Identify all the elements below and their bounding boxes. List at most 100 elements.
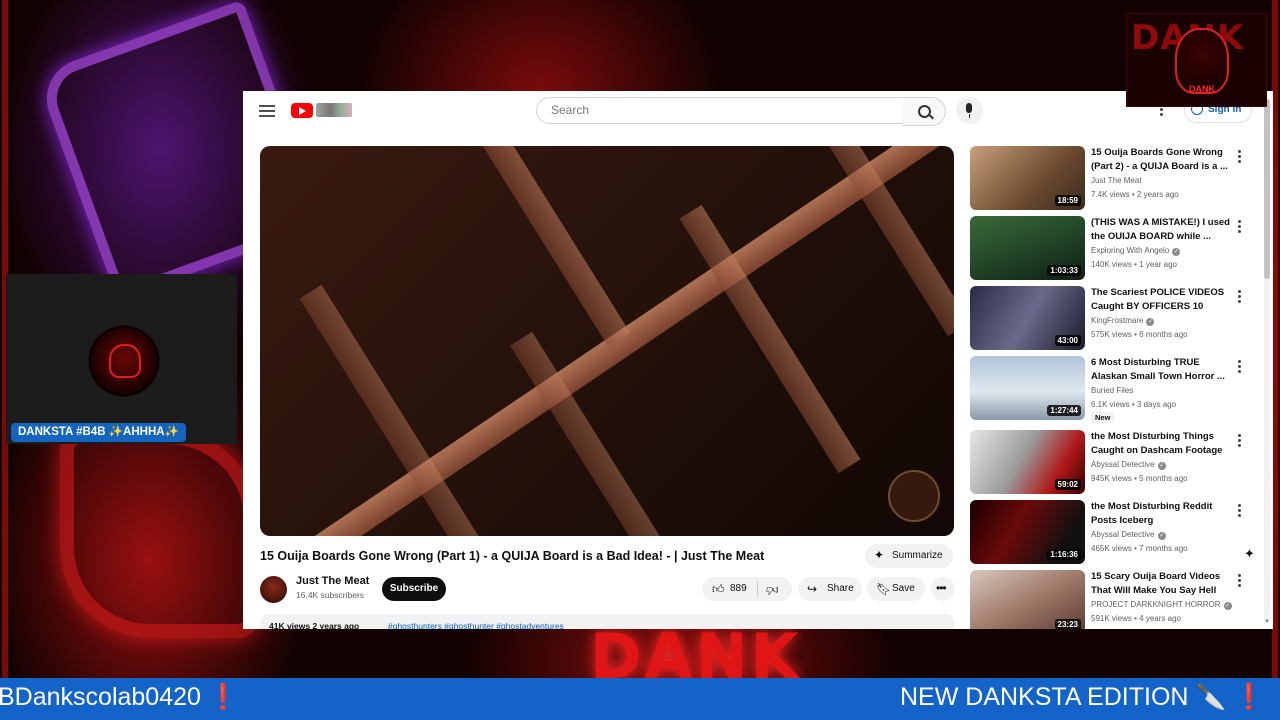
subscribe-button[interactable]: Subscribe [382,577,446,601]
recommendation-channel[interactable]: Abyssal Detective ✓ [1091,460,1166,470]
recommendation-title[interactable]: 6 Most Disturbing TRUE Alaskan Small Tow… [1091,356,1231,383]
ticker-right-text: NEW DANKSTA EDITION [900,683,1189,711]
duration-badge: 43:00 [1054,335,1081,346]
youtube-header: Sign in [243,91,1273,131]
verified-icon: ✓ [1172,248,1181,256]
recommendation-item[interactable]: 1:03:33 (THIS WAS A MISTAKE!) I used the… [970,216,1260,282]
scroll-down-arrow-icon[interactable]: ▼ [1264,619,1270,625]
youtube-page: Sign in 15 Ouija Boards Gone Wrong (Part… [243,91,1273,629]
recommendation-meta: 465K views • 7 months ago [1091,544,1188,553]
more-vert-icon[interactable] [1238,574,1242,588]
video-thumbnail[interactable]: 1:03:33 [970,216,1085,280]
summarize-label: Summarize [892,550,943,561]
recommendation-item[interactable]: 59:02 the Most Disturbing Things Caught … [970,430,1260,496]
recommendation-item[interactable]: 1:16:36 the Most Disturbing Reddit Posts… [970,500,1260,566]
scrollbar-thumb[interactable] [1264,99,1270,279]
channel-watermark[interactable] [888,470,940,522]
page-scrollbar[interactable] [1264,99,1270,621]
duration-badge: 1:16:36 [1047,549,1081,560]
recommendation-channel[interactable]: Exploring With Angelo ✓ [1091,246,1181,256]
exclamation-icon: ❗ [1233,683,1265,711]
corner-logo-sub: DANK [1189,84,1215,94]
video-thumbnail[interactable]: 23:23 [970,570,1085,629]
more-vert-icon[interactable] [1238,150,1242,164]
recommendation-item[interactable]: 23:23 15 Scary Ouija Board Videos That W… [970,570,1260,629]
recommendation-title[interactable]: 15 Scary Ouija Board Videos That Will Ma… [1091,570,1231,598]
more-vert-icon[interactable] [1238,434,1242,448]
video-thumbnail[interactable]: 43:00 [970,286,1085,350]
recommendation-channel[interactable]: PROJECT DARKKNIGHT HORROR ✓ [1091,600,1232,610]
video-player[interactable] [260,146,954,536]
recommendation-title[interactable]: 15 Ouija Boards Gone Wrong (Part 2) - a … [1091,146,1231,173]
share-label: Share [827,583,854,594]
video-thumbnail[interactable]: 18:59 [970,146,1085,210]
duration-badge: 1:03:33 [1047,265,1081,276]
recommendation-channel-name: Abyssal Detective [1091,530,1155,539]
verified-icon: ✓ [1223,602,1232,610]
search-input-wrapper [536,97,904,124]
video-frame-beam [470,146,630,347]
recommendation-channel-name: Buried Files [1091,386,1134,395]
recommendation-channel[interactable]: KingFrostmare ✓ [1091,316,1155,326]
sparkle-icon[interactable]: ✦ [1244,546,1255,562]
verified-icon: ✓ [1157,532,1166,540]
save-icon: 🔖︎ [876,582,892,596]
background-neon-red-shape [60,430,258,638]
verified-icon: ✓ [1146,318,1155,326]
more-horiz-icon: ••• [936,581,947,595]
save-button[interactable]: 🔖︎ Save [867,577,925,601]
share-button[interactable]: ↪ Share [798,577,862,601]
recommendation-channel[interactable]: Just The Meat [1091,176,1142,185]
more-vert-icon[interactable] [1238,220,1242,234]
recommendation-meta: 575K views • 6 months ago [1091,330,1188,339]
video-title: 15 Ouija Boards Gone Wrong (Part 1) - a … [260,549,765,563]
youtube-play-icon [291,103,313,118]
search-icon [918,105,931,118]
views-and-date: 41K views 2 years ago [269,621,360,629]
recommendation-meta: 7.4K views • 2 years ago [1091,190,1179,199]
like-dislike-group: 👍︎ 889 👍︎ [702,577,792,601]
video-thumbnail[interactable]: 1:16:36 [970,500,1085,564]
duration-badge: 23:23 [1054,619,1081,629]
thumb-down-icon[interactable]: 👍︎ [766,582,779,597]
channel-avatar[interactable] [260,576,287,603]
recommendation-title[interactable]: the Most Disturbing Reddit Posts Iceberg [1091,500,1231,527]
recommendation-title[interactable]: the Most Disturbing Things Caught on Das… [1091,430,1231,458]
recommendation-channel-name: KingFrostmare [1091,316,1144,325]
save-label: Save [892,583,915,594]
search-button[interactable] [903,97,946,126]
summarize-button[interactable]: ✦ Summarize [865,544,953,568]
more-vert-icon[interactable] [1238,360,1242,374]
recommendation-meta: 591K views • 4 years ago [1091,614,1181,623]
recommendation-channel-name: Abyssal Detective [1091,460,1155,469]
more-actions-button[interactable]: ••• [931,577,955,601]
mic-icon[interactable] [956,97,983,124]
duration-badge: 18:59 [1054,195,1081,206]
recommendation-title[interactable]: The Scariest POLICE VIDEOS Caught BY OFF… [1091,286,1231,313]
recommendation-channel-name: Exploring With Angelo [1091,246,1170,255]
recommendation-item[interactable]: 43:00 The Scariest POLICE VIDEOS Caught … [970,286,1260,352]
recommendation-channel[interactable]: Abyssal Detective ✓ [1091,530,1166,540]
hashtags[interactable]: #ghosthunters #ghosthunter #ghostadventu… [388,621,564,629]
youtube-logo[interactable] [291,100,353,122]
more-vert-icon[interactable] [1238,290,1242,304]
recommendation-channel-name: Just The Meat [1091,176,1142,185]
recommendation-title[interactable]: (THIS WAS A MISTAKE!) I used the OUIJA B… [1091,216,1231,243]
video-thumbnail[interactable]: 59:02 [970,430,1085,494]
more-vert-icon[interactable] [1238,504,1242,518]
knife-icon: 🔪 [1195,683,1227,711]
recommendation-item[interactable]: 18:59 15 Ouija Boards Gone Wrong (Part 2… [970,146,1260,212]
channel-name[interactable]: Just The Meat [296,575,369,587]
like-divider [757,581,758,597]
recommendation-channel[interactable]: Buried Files [1091,386,1133,395]
like-count[interactable]: 889 [730,583,747,594]
webcam-overlay [6,274,237,444]
recommendation-meta: 945K views • 5 months ago [1091,474,1188,483]
menu-icon[interactable] [259,102,275,118]
thumb-up-icon[interactable]: 👍︎ [712,582,725,597]
search-input[interactable] [549,102,893,118]
video-thumbnail[interactable]: 1:27:44 [970,356,1085,420]
description-box[interactable]: 41K views 2 years ago #ghosthunters #gho… [260,614,954,629]
recommendation-item[interactable]: 1:27:44 6 Most Disturbing TRUE Alaskan S… [970,356,1260,428]
share-icon: ↪ [807,582,818,596]
